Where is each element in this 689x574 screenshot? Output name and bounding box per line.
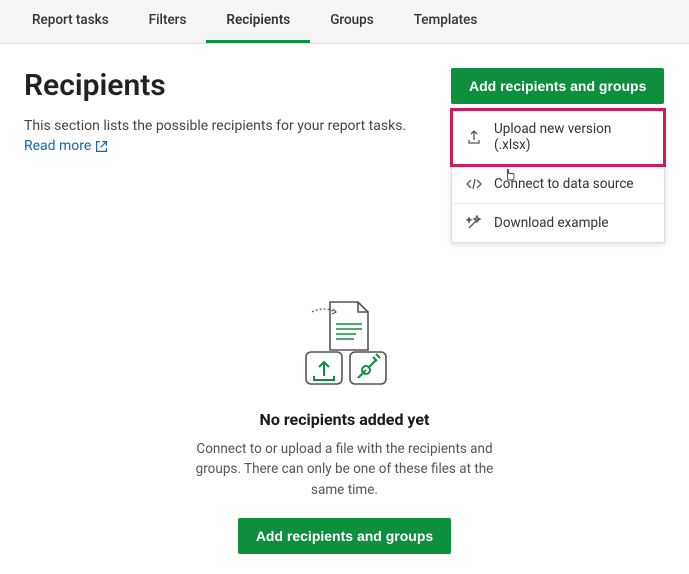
dropdown-item-download[interactable]: Download example — [452, 204, 664, 242]
tabs-bar: Report tasks Filters Recipients Groups T… — [0, 0, 689, 44]
dropdown-item-label: Upload new version (.xlsx) — [494, 121, 650, 153]
empty-state-heading: No recipients added yet — [260, 410, 430, 429]
read-more-link[interactable]: Read more — [24, 137, 108, 157]
upload-icon — [466, 129, 482, 145]
empty-state-illustration — [280, 296, 410, 396]
header-row: Recipients This section lists the possib… — [24, 68, 665, 156]
dropdown-panel: Upload new version (.xlsx) Connect to da… — [451, 109, 665, 243]
dropdown-item-label: Connect to data source — [494, 176, 634, 192]
title-block: Recipients This section lists the possib… — [24, 68, 435, 156]
tabs: Report tasks Filters Recipients Groups T… — [12, 0, 677, 43]
tab-filters[interactable]: Filters — [129, 0, 207, 43]
wand-icon — [466, 215, 482, 231]
empty-state-text: Connect to or upload a file with the rec… — [185, 439, 505, 500]
dropdown-item-connect[interactable]: Connect to data source — [452, 165, 664, 204]
add-recipients-button[interactable]: Add recipients and groups — [451, 68, 664, 104]
dropdown-item-upload[interactable]: Upload new version (.xlsx) — [452, 110, 664, 165]
page-subtitle: This section lists the possible recipien… — [24, 117, 435, 156]
empty-state: No recipients added yet Connect to or up… — [24, 296, 665, 554]
external-link-icon — [95, 140, 108, 153]
primary-action-column: Add recipients and groups Upload new ver… — [451, 68, 665, 104]
tab-report-tasks[interactable]: Report tasks — [12, 0, 129, 43]
empty-state-cta-button[interactable]: Add recipients and groups — [238, 518, 451, 554]
dropdown-item-label: Download example — [494, 215, 609, 231]
tab-templates[interactable]: Templates — [394, 0, 498, 43]
subtitle-text: This section lists the possible recipien… — [24, 118, 406, 134]
main-content: Recipients This section lists the possib… — [0, 44, 689, 574]
tab-groups[interactable]: Groups — [310, 0, 394, 43]
tab-recipients[interactable]: Recipients — [206, 0, 310, 43]
read-more-label: Read more — [24, 137, 91, 157]
code-icon — [466, 176, 482, 192]
page-title: Recipients — [24, 68, 435, 103]
